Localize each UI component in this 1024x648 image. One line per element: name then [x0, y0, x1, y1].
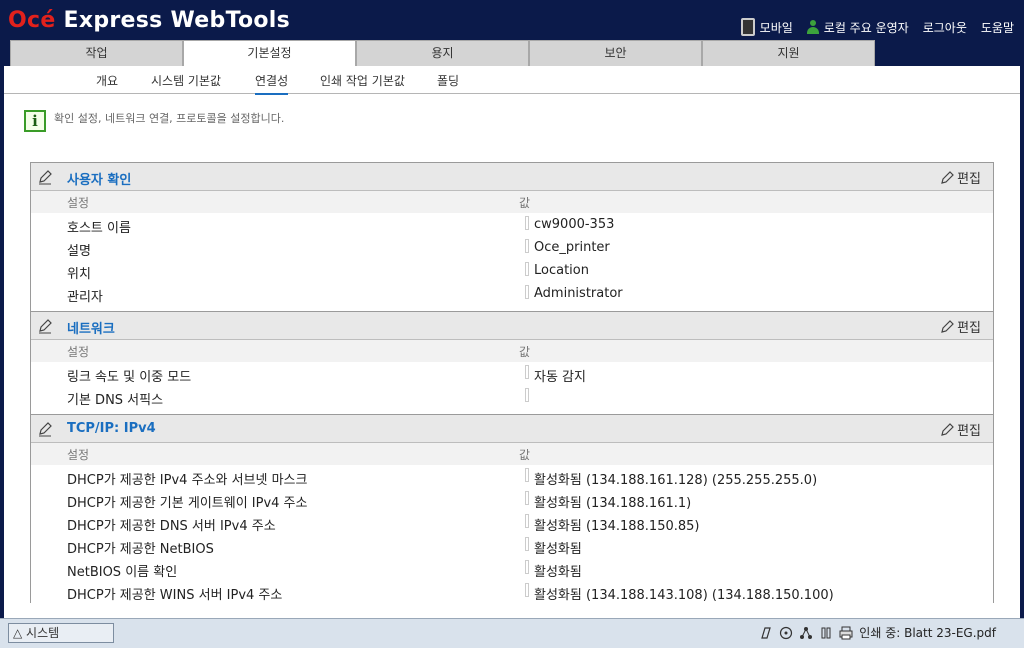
table-row: DHCP가 제공한 NetBIOS 활성화됨	[31, 534, 993, 557]
subtab-folding[interactable]: 폴딩	[437, 72, 459, 93]
pencil-icon	[941, 319, 954, 333]
mobile-phone-icon	[740, 18, 755, 36]
pencil-icon	[39, 422, 52, 437]
status-indicators: 인쇄 중: Blatt 23-EG.pdf	[759, 624, 996, 641]
pencil-icon	[941, 170, 954, 184]
table-row: NetBIOS 이름 확인 활성화됨	[31, 557, 993, 580]
sub-navigation: 개요 시스템 기본값 연결성 인쇄 작업 기본값 폴딩	[4, 66, 1020, 95]
table-row: 위치 Location	[67, 262, 589, 282]
status-bar: △ 시스템 인쇄 중: Blatt 23-EG.pdf	[0, 618, 1024, 648]
tab-support[interactable]: 지원	[702, 40, 875, 66]
section-header: 사용자 확인 편집	[31, 163, 993, 191]
section-header: 네트워크 편집	[31, 312, 993, 340]
network-icon[interactable]	[799, 626, 813, 640]
edit-button[interactable]: 편집	[939, 168, 981, 187]
edit-button[interactable]: 편집	[939, 317, 981, 336]
pencil-icon	[39, 319, 52, 334]
info-message: i 확인 설정, 네트워크 연결, 프로토콜을 설정합니다.	[24, 110, 284, 132]
section-user-identification: 사용자 확인 편집 설정 값 호스트 이름 cw9000-353 설명 Oce_pr…	[30, 162, 994, 311]
table-row: DHCP가 제공한 기본 게이트웨이 IPv4 주소 활성화됨 (134.188.…	[31, 488, 993, 511]
user-icon	[806, 20, 819, 34]
table-row: 기본 DNS 서픽스	[31, 385, 993, 408]
app-logo: Océ Express WebTools	[8, 8, 291, 33]
table-row: DHCP가 제공한 WINS 서버 IPv4 주소 활성화됨 (134.188.1…	[31, 580, 993, 603]
pencil-icon	[39, 170, 52, 185]
column-header: 설정 값	[31, 443, 993, 465]
tab-media[interactable]: 용지	[356, 40, 529, 66]
logout-link[interactable]: 로그아웃	[923, 19, 967, 36]
section-title: 사용자 확인	[67, 173, 132, 188]
printing-status: 인쇄 중: Blatt 23-EG.pdf	[859, 626, 996, 640]
subtab-overview[interactable]: 개요	[96, 72, 118, 93]
top-links: 모바일 로컬 주요 운영자 로그아웃 도움말	[740, 18, 1014, 36]
subtab-connectivity[interactable]: 연결성	[255, 72, 289, 95]
mobile-link[interactable]: 모바일	[740, 18, 793, 36]
tab-security[interactable]: 보안	[529, 40, 702, 66]
section-network: 네트워크 편집 설정 값 링크 속도 및 이중 모드 자동 감지 기본 DNS 서…	[30, 311, 994, 414]
main-page: 개요 시스템 기본값 연결성 인쇄 작업 기본값 폴딩 i 확인 설정, 네트워…	[4, 66, 1020, 618]
table-row: 설명 Oce_printer	[67, 239, 610, 259]
app-header: Océ Express WebTools 모바일 로컬 주요 운영자 로그아웃 …	[0, 0, 1024, 66]
column-header: 설정 값	[31, 191, 993, 213]
pause-icon[interactable]	[819, 626, 833, 640]
system-tab[interactable]: △ 시스템	[8, 623, 114, 643]
tab-jobs[interactable]: 작업	[10, 40, 183, 66]
subtab-system-defaults[interactable]: 시스템 기본값	[151, 72, 221, 93]
local-operator-link[interactable]: 로컬 주요 운영자	[806, 19, 909, 36]
media-icon[interactable]	[759, 626, 773, 640]
main-tabs: 작업 기본설정 용지 보안 지원	[10, 40, 875, 66]
section-header: TCP/IP: IPv4 편집	[31, 415, 993, 443]
printer-icon[interactable]	[839, 626, 853, 640]
help-link[interactable]: 도움말	[981, 19, 1014, 36]
table-row: 호스트 이름 cw9000-353	[67, 216, 615, 236]
pencil-icon	[941, 422, 954, 436]
info-icon: i	[24, 110, 46, 132]
column-header: 설정 값	[31, 340, 993, 362]
table-row: 링크 속도 및 이중 모드 자동 감지	[31, 362, 993, 385]
table-row: DHCP가 제공한 IPv4 주소와 서브넷 마스크 활성화됨 (134.188.…	[31, 465, 993, 488]
tab-preferences[interactable]: 기본설정	[183, 40, 356, 66]
section-title: TCP/IP: IPv4	[67, 421, 156, 436]
table-row: DHCP가 제공한 DNS 서버 IPv4 주소 활성화됨 (134.188.15…	[31, 511, 993, 534]
settings-content: 사용자 확인 편집 설정 값 호스트 이름 cw9000-353 설명 Oce_pr…	[30, 162, 994, 603]
edit-button[interactable]: 편집	[939, 420, 981, 439]
table-row: 관리자 Administrator	[67, 285, 623, 305]
disc-icon[interactable]	[779, 626, 793, 640]
section-tcpip-ipv4: TCP/IP: IPv4 편집 설정 값 DHCP가 제공한 IPv4 주소와 …	[30, 414, 994, 603]
subtab-print-job-defaults[interactable]: 인쇄 작업 기본값	[320, 72, 405, 93]
info-text: 확인 설정, 네트워크 연결, 프로토콜을 설정합니다.	[54, 112, 285, 125]
section-title: 네트워크	[67, 322, 115, 337]
